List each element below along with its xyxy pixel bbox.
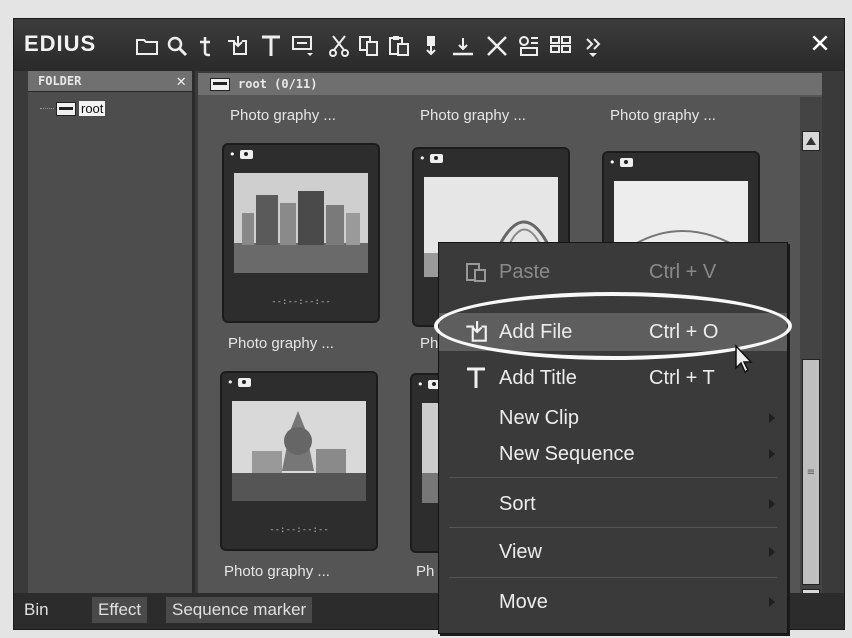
- tree-connector: [40, 108, 54, 109]
- submenu-arrow-icon: [769, 597, 775, 607]
- tab-bin[interactable]: Bin: [24, 597, 49, 623]
- still-image-marker: •: [227, 376, 251, 389]
- menu-item-label: Paste: [499, 260, 551, 283]
- menu-item-label: New Sequence: [499, 442, 635, 465]
- submenu-arrow-icon: [769, 413, 775, 423]
- camera-icon: [237, 378, 251, 387]
- clip-label: Ph: [420, 335, 439, 352]
- submenu-arrow-icon: [769, 499, 775, 509]
- vertical-scrollbar[interactable]: ≡: [800, 97, 822, 609]
- tree-item-root-label: root: [79, 101, 106, 116]
- clip-thumbnail-image: [234, 173, 368, 273]
- still-image-marker: •: [229, 148, 253, 161]
- menu-separator: [449, 527, 777, 528]
- clip-timecode: --:--:--:--: [269, 525, 329, 535]
- camera-icon: [239, 150, 253, 159]
- clip-label: Photo graphy ...: [224, 563, 330, 580]
- monitor-dropdown-icon[interactable]: [290, 33, 316, 59]
- clip-thumbnail-card[interactable]: • --:--:--:--: [222, 143, 380, 323]
- menu-item-move[interactable]: Move: [439, 583, 787, 621]
- menu-item-new-sequence[interactable]: New Sequence: [439, 435, 787, 473]
- menu-separator: [449, 477, 777, 478]
- title-bar: EDIUS: [14, 19, 844, 71]
- menu-item-sort[interactable]: Sort: [439, 485, 787, 523]
- menu-item-label: Add Title: [499, 366, 577, 389]
- clip-timecode: --:--:--:--: [271, 297, 331, 307]
- overwrite-icon[interactable]: [450, 33, 476, 59]
- menu-item-label: New Clip: [499, 406, 580, 429]
- folder-bin-icon: [56, 101, 76, 116]
- still-image-marker: •: [417, 378, 441, 391]
- more-icon[interactable]: [580, 33, 606, 59]
- bin-icon: [210, 77, 230, 91]
- paste-icon: [461, 257, 491, 287]
- cut-icon[interactable]: [326, 33, 352, 59]
- scroll-thumb[interactable]: ≡: [802, 359, 820, 585]
- clip-label: Ph: [416, 563, 435, 580]
- menu-item-view[interactable]: View: [439, 533, 787, 571]
- mouse-cursor-icon: [734, 344, 754, 378]
- menu-item-label: Move: [499, 590, 548, 613]
- new-folder-icon[interactable]: [134, 33, 160, 59]
- submenu-arrow-icon: [769, 547, 775, 557]
- tab-effect[interactable]: Effect: [92, 597, 148, 623]
- folder-panel-header: FOLDER ✕: [28, 71, 192, 92]
- search-icon[interactable]: [164, 33, 190, 59]
- menu-item-label: Sort: [499, 492, 536, 515]
- tab-sequence-marker[interactable]: Sequence marker: [166, 597, 313, 623]
- app-title: EDIUS: [24, 31, 97, 56]
- title-icon[interactable]: [258, 33, 284, 59]
- menu-item-new-clip[interactable]: New Clip: [439, 399, 787, 437]
- folder-header-label: FOLDER: [38, 74, 82, 88]
- clip-thumbnail-image: [232, 401, 366, 501]
- menu-item-label: Add File: [499, 320, 573, 343]
- insert-icon[interactable]: [418, 33, 444, 59]
- add-file-icon[interactable]: [224, 33, 250, 59]
- menu-item-shortcut: Ctrl + T: [649, 366, 715, 389]
- clip-panel-path: root (0/11): [238, 77, 318, 91]
- title-icon: [461, 363, 491, 393]
- clip-panel-header: root (0/11): [198, 73, 822, 95]
- paste-icon[interactable]: [386, 33, 412, 59]
- delete-icon[interactable]: [484, 33, 510, 59]
- folder-close-icon[interactable]: ✕: [176, 72, 186, 90]
- clip-label: Photo graphy ...: [610, 107, 716, 124]
- camera-icon: [619, 158, 633, 167]
- menu-item-shortcut: Ctrl + V: [649, 260, 717, 283]
- clip-thumbnail-card[interactable]: • --:--:--:--: [220, 371, 378, 551]
- clip-label: Photo graphy ...: [230, 107, 336, 124]
- view-dropdown-icon[interactable]: [548, 33, 574, 59]
- camera-icon: [429, 154, 443, 163]
- copy-icon[interactable]: [356, 33, 382, 59]
- menu-separator: [449, 577, 777, 578]
- add-file-icon: [461, 317, 491, 347]
- tree-item-root[interactable]: root: [40, 101, 106, 116]
- clip-label: Photo graphy ...: [420, 107, 526, 124]
- still-image-marker: •: [419, 152, 443, 165]
- t-icon[interactable]: [194, 33, 220, 59]
- close-icon[interactable]: [808, 31, 832, 55]
- menu-item-shortcut: Ctrl + O: [649, 320, 719, 343]
- context-menu: Paste Ctrl + V Add File Ctrl + O Add Tit…: [438, 242, 788, 634]
- submenu-arrow-icon: [769, 449, 775, 459]
- menu-item-label: View: [499, 540, 542, 563]
- scroll-up-button[interactable]: [802, 131, 820, 151]
- still-image-marker: •: [609, 156, 633, 169]
- menu-item-paste[interactable]: Paste Ctrl + V: [439, 253, 787, 291]
- folder-panel: FOLDER ✕ root: [28, 71, 195, 599]
- clip-label: Photo graphy ...: [228, 335, 334, 352]
- properties-icon[interactable]: [516, 33, 542, 59]
